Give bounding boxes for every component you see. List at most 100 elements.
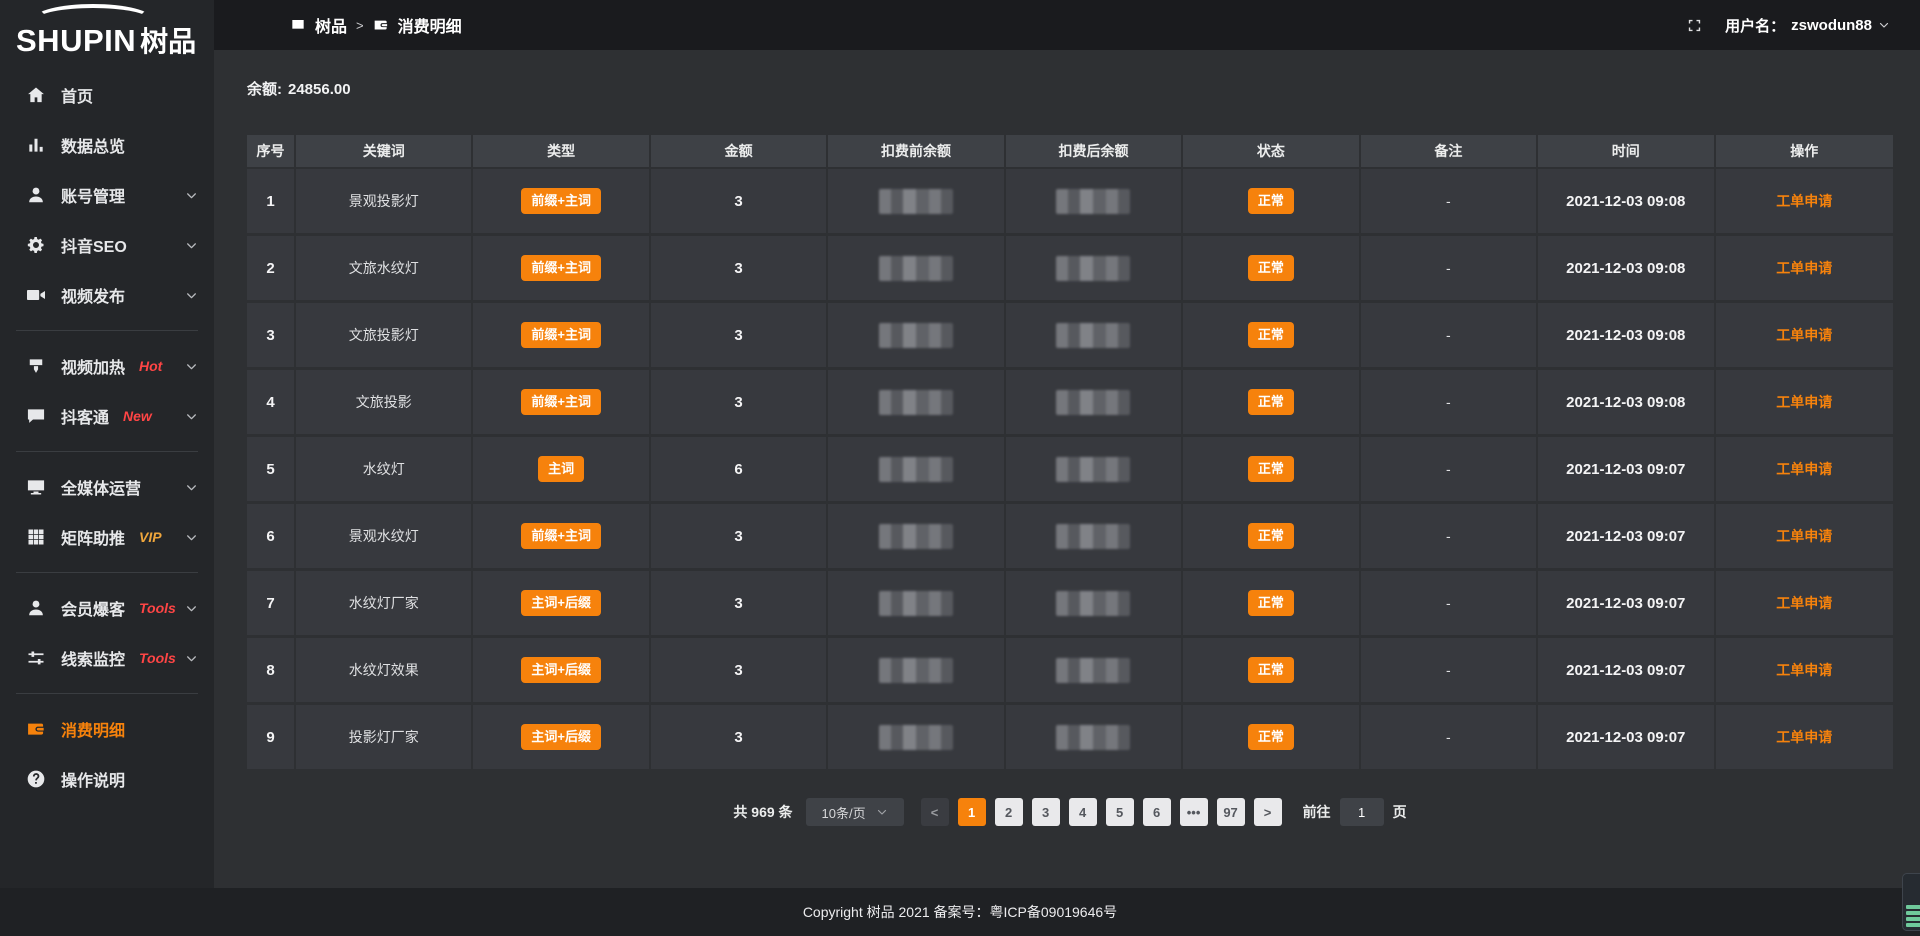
work-order-link[interactable]: 工单申请 <box>1776 528 1832 544</box>
page-size-select[interactable]: 10条/页 <box>806 798 904 826</box>
cell-amount: 3 <box>651 303 828 370</box>
question-icon <box>26 769 46 789</box>
brand-name-cn: 树品 <box>140 26 196 57</box>
status-badge: 正常 <box>1248 322 1294 348</box>
cell-index: 8 <box>247 638 296 705</box>
footer: Copyright 树品 2021 备案号：粤ICP备09019646号 <box>0 888 1920 936</box>
cell-remark: - <box>1361 638 1538 705</box>
prev-page-button[interactable]: < <box>921 798 949 826</box>
sidebar-item-label: 首页 <box>61 83 93 107</box>
header-right: 用户名：zswodun88 <box>1686 15 1890 36</box>
sidebar-item-video-heating[interactable]: 视频加热Hot <box>0 341 214 391</box>
sidebar-item-matrix-boost[interactable]: 矩阵助推VIP <box>0 512 214 562</box>
redacted-balance-before <box>879 390 953 415</box>
balance: 余额:24856.00 <box>247 78 1893 99</box>
sidebar-item-label: 抖音SEO <box>61 233 127 257</box>
page-button-1[interactable]: 1 <box>958 798 986 826</box>
redacted-balance-before <box>879 725 953 750</box>
next-page-button[interactable]: > <box>1254 798 1282 826</box>
breadcrumb-root[interactable]: 树品 <box>315 13 347 37</box>
cell-index: 4 <box>247 370 296 437</box>
redacted-balance-after <box>1056 524 1130 549</box>
copyright-text: Copyright 树品 2021 备案号：粤ICP备09019646号 <box>803 902 1117 922</box>
sidebar-item-douketong[interactable]: 抖客通 New <box>0 391 214 441</box>
work-order-link[interactable]: 工单申请 <box>1776 193 1832 209</box>
work-order-link[interactable]: 工单申请 <box>1776 662 1832 678</box>
column-header: 金额 <box>651 135 828 169</box>
brand-logo: SHUPIN树品 <box>0 0 214 62</box>
chat-icon <box>26 406 46 426</box>
redacted-balance-after <box>1056 457 1130 482</box>
column-header: 操作 <box>1716 135 1894 169</box>
menu-badge: New <box>123 408 152 424</box>
table-row: 6景观水纹灯前缀+主词3正常-2021-12-03 09:07工单申请 <box>247 504 1893 571</box>
work-order-link[interactable]: 工单申请 <box>1776 595 1832 611</box>
table-row: 8水纹灯效果主词+后缀3正常-2021-12-03 09:07工单申请 <box>247 638 1893 705</box>
cell-keyword: 景观投影灯 <box>296 169 473 236</box>
work-order-link[interactable]: 工单申请 <box>1776 461 1832 477</box>
chevron-down-icon <box>185 602 198 615</box>
goto-page-input[interactable] <box>1340 798 1384 826</box>
corner-widget[interactable] <box>1902 873 1920 931</box>
sidebar-item-data-overview[interactable]: 数据总览 <box>0 120 214 170</box>
redacted-balance-after <box>1056 390 1130 415</box>
work-order-link[interactable]: 工单申请 <box>1776 260 1832 276</box>
page-button-5[interactable]: 5 <box>1106 798 1134 826</box>
work-order-link[interactable]: 工单申请 <box>1776 729 1832 745</box>
sidebar-item-member-burst[interactable]: 会员爆客Tools <box>0 583 214 633</box>
status-badge: 正常 <box>1248 255 1294 281</box>
fullscreen-icon[interactable] <box>1686 17 1703 34</box>
sidebar-item-clue-monitoring[interactable]: 线索监控Tools <box>0 633 214 683</box>
table-row: 5水纹灯主词6正常-2021-12-03 09:07工单申请 <box>247 437 1893 504</box>
grid-icon <box>26 527 46 547</box>
column-header: 扣费后余额 <box>1006 135 1183 169</box>
sidebar-item-douyin-seo[interactable]: 抖音SEO <box>0 220 214 270</box>
sidebar-item-all-media-operation[interactable]: 全媒体运营 <box>0 462 214 512</box>
cell-remark: - <box>1361 303 1538 370</box>
sidebar-item-label: 矩阵助推 <box>61 525 125 549</box>
cell-keyword: 水纹灯厂家 <box>296 571 473 638</box>
status-badge: 正常 <box>1248 389 1294 415</box>
status-badge: 正常 <box>1248 590 1294 616</box>
table-row: 2文旅水纹灯前缀+主词3正常-2021-12-03 09:08工单申请 <box>247 236 1893 303</box>
column-header: 状态 <box>1183 135 1360 169</box>
sidebar-item-video-publish[interactable]: 视频发布 <box>0 270 214 320</box>
sidebar-item-label: 抖客通 <box>61 404 109 428</box>
redacted-balance-after <box>1056 658 1130 683</box>
sidebar-item-consumption-details[interactable]: 消费明细 <box>0 704 214 754</box>
cell-keyword: 水纹灯 <box>296 437 473 504</box>
widget-bar <box>1906 923 1920 927</box>
breadcrumb-separator: > <box>356 18 364 33</box>
cell-index: 2 <box>247 236 296 303</box>
page-button-6[interactable]: 6 <box>1143 798 1171 826</box>
more-pages-button[interactable]: ••• <box>1180 798 1208 826</box>
sidebar-item-home[interactable]: 首页 <box>0 70 214 120</box>
page-button-4[interactable]: 4 <box>1069 798 1097 826</box>
cell-time: 2021-12-03 09:07 <box>1538 504 1715 571</box>
sidebar-divider <box>16 451 198 452</box>
user-dropdown[interactable]: 用户名：zswodun88 <box>1725 15 1890 36</box>
page-button-3[interactable]: 3 <box>1032 798 1060 826</box>
page-button-97[interactable]: 97 <box>1217 798 1245 826</box>
sidebar-divider <box>16 330 198 331</box>
username: zswodun88 <box>1791 17 1872 34</box>
chevron-down-icon <box>185 481 198 494</box>
cell-time: 2021-12-03 09:07 <box>1538 638 1715 705</box>
cell-remark: - <box>1361 571 1538 638</box>
page-button-2[interactable]: 2 <box>995 798 1023 826</box>
widget-bar <box>1906 917 1920 921</box>
chevron-down-icon <box>185 289 198 302</box>
redacted-balance-after <box>1056 323 1130 348</box>
cell-amount: 3 <box>651 370 828 437</box>
work-order-link[interactable]: 工单申请 <box>1776 327 1832 343</box>
menu-badge: Tools <box>139 600 176 616</box>
type-badge: 前缀+主词 <box>521 322 601 348</box>
cell-time: 2021-12-03 09:07 <box>1538 705 1715 772</box>
content-area: 余额:24856.00 序号关键词类型金额扣费前余额扣费后余额状态备注时间操作 … <box>214 50 1920 826</box>
sidebar-item-account-management[interactable]: 账号管理 <box>0 170 214 220</box>
sidebar-item-label: 线索监控 <box>61 646 125 670</box>
column-header: 扣费前余额 <box>828 135 1005 169</box>
sidebar-item-operation-guide[interactable]: 操作说明 <box>0 754 214 804</box>
work-order-link[interactable]: 工单申请 <box>1776 394 1832 410</box>
sidebar-item-label: 数据总览 <box>61 133 125 157</box>
